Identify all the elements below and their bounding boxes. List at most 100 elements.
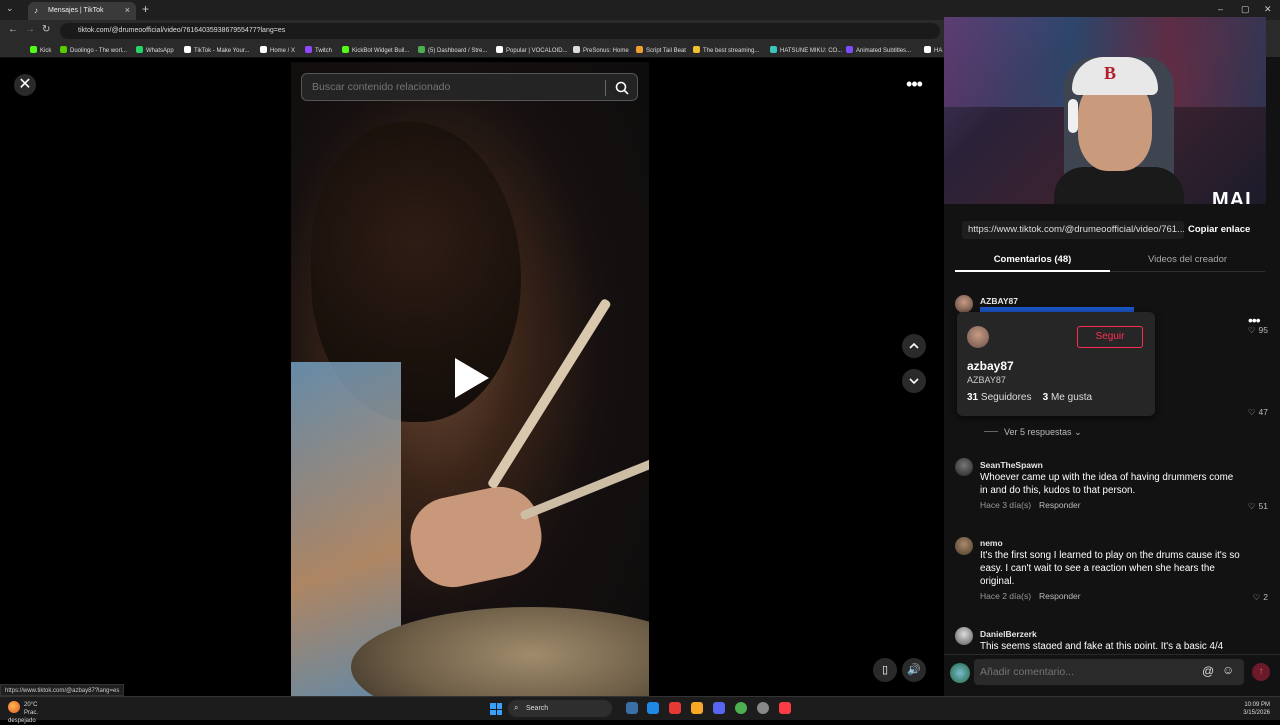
bookmark-item[interactable]: Kick bbox=[30, 46, 51, 54]
discord-icon[interactable] bbox=[713, 702, 725, 714]
comment-username[interactable]: SeanTheSpawn bbox=[980, 460, 1043, 470]
view-replies-button[interactable]: Ver 5 respuestas ⌄ bbox=[984, 427, 1082, 438]
taskbar-search-label: Search bbox=[526, 705, 549, 712]
system-clock[interactable]: 10:09 PM 3/15/2026 bbox=[1243, 701, 1270, 717]
bookmark-item[interactable]: Script Tail Beat bbox=[636, 46, 686, 54]
current-user-avatar bbox=[950, 663, 970, 683]
send-comment-button[interactable]: ↑ bbox=[1252, 663, 1270, 681]
volume-button[interactable]: 🔊 bbox=[902, 658, 926, 682]
tab-close-icon[interactable]: × bbox=[125, 5, 130, 15]
comment-like-button[interactable]: ♡ 47 bbox=[1238, 407, 1268, 418]
window-close-icon[interactable]: ✕ bbox=[1264, 4, 1272, 15]
emoji-icon[interactable]: ☺ bbox=[1222, 663, 1234, 677]
comment-like-button[interactable]: ♡ 51 bbox=[1238, 501, 1268, 512]
bookmark-item[interactable]: Home / X bbox=[260, 46, 295, 54]
bookmark-item[interactable]: TikTok - Make Your... bbox=[184, 46, 249, 54]
bookmark-item[interactable]: WhatsApp bbox=[136, 46, 174, 54]
search-divider bbox=[605, 80, 606, 96]
hovercard-avatar[interactable] bbox=[967, 326, 989, 348]
bookmark-label: Animated Subtitles... bbox=[856, 48, 912, 54]
share-url-field[interactable]: https://www.tiktok.com/@drumeoofficial/v… bbox=[962, 221, 1184, 239]
tab-creator-videos[interactable]: Videos del creador bbox=[1110, 248, 1265, 272]
new-tab-icon[interactable]: + bbox=[142, 2, 149, 16]
bookmark-item[interactable]: HATSUNE MIKU: CO... bbox=[770, 46, 842, 54]
comment-text: Whoever came up with the idea of having … bbox=[980, 472, 1234, 496]
chrome-icon[interactable] bbox=[735, 702, 747, 714]
address-bar[interactable]: tiktok.com/@drumeoofficial/video/7616403… bbox=[60, 23, 940, 39]
bookmark-item[interactable]: Duolingo - The worl... bbox=[60, 46, 127, 54]
likes-count: 3 bbox=[1042, 392, 1049, 403]
bookmark-item[interactable]: Animated Subtitles... bbox=[846, 46, 911, 54]
back-icon[interactable]: ← bbox=[8, 24, 18, 35]
comment-avatar[interactable] bbox=[955, 295, 973, 313]
video-frame-drumstick bbox=[519, 452, 649, 521]
bookmark-item[interactable]: (5) Dashboard / Stre... bbox=[418, 46, 487, 54]
search-icon[interactable] bbox=[614, 80, 630, 96]
app-icon[interactable] bbox=[669, 702, 681, 714]
play-icon[interactable] bbox=[455, 358, 489, 398]
next-video-button[interactable] bbox=[902, 369, 926, 393]
tab-comments[interactable]: Comentarios (48) bbox=[955, 248, 1110, 272]
bookmark-label: Home / X bbox=[270, 48, 296, 54]
maximize-icon[interactable]: ▢ bbox=[1241, 4, 1250, 15]
comment-meta: Hace 2 día(s) Responder bbox=[980, 591, 1081, 601]
comment-age: Hace 2 día(s) bbox=[980, 591, 1032, 601]
weather-widget[interactable]: 20°C Prac. despejado bbox=[8, 701, 51, 725]
reload-icon[interactable]: ↻ bbox=[42, 24, 50, 35]
bookmark-favicon-icon bbox=[184, 46, 191, 53]
comment-username[interactable]: nemo bbox=[980, 538, 1003, 548]
reply-button[interactable]: Responder bbox=[1039, 591, 1081, 601]
copy-link-button[interactable]: Copiar enlace bbox=[1188, 224, 1250, 235]
video-player[interactable] bbox=[291, 62, 649, 696]
hovercard-name[interactable]: azbay87 bbox=[967, 359, 1014, 373]
bookmark-favicon-icon bbox=[496, 46, 503, 53]
music-icon[interactable] bbox=[779, 702, 791, 714]
bookmark-item[interactable]: The best streaming... bbox=[693, 46, 759, 54]
task-view-icon[interactable] bbox=[626, 702, 638, 714]
bookmark-item[interactable]: Twitch bbox=[305, 46, 332, 54]
browser-tab-active[interactable]: ♪ Mensajes | TikTok × bbox=[28, 2, 136, 20]
bookmark-favicon-icon bbox=[573, 46, 580, 53]
reply-button[interactable]: Responder bbox=[1039, 500, 1081, 510]
followers-label: Seguidores bbox=[980, 392, 1032, 403]
previous-video-button[interactable] bbox=[902, 334, 926, 358]
file-explorer-icon[interactable] bbox=[691, 702, 703, 714]
bookmark-label: Script Tail Beat bbox=[646, 48, 686, 54]
bookmark-item[interactable]: KickBot Widget Buil... bbox=[342, 46, 409, 54]
comment-username[interactable]: AZBAY87 bbox=[980, 296, 1018, 306]
edge-icon[interactable] bbox=[647, 702, 659, 714]
comment-meta: Hace 3 día(s) Responder bbox=[980, 500, 1081, 510]
chatgpt-icon[interactable] bbox=[757, 702, 769, 714]
bookmark-item[interactable]: Popular | VOCALOID... bbox=[496, 46, 568, 54]
comment-avatar[interactable] bbox=[955, 458, 973, 476]
more-options-icon[interactable]: ••• bbox=[900, 74, 928, 98]
close-video-button[interactable]: ✕ bbox=[14, 74, 36, 96]
streamer-webcam-overlay: B MAI bbox=[944, 17, 1266, 204]
minimize-icon[interactable]: – bbox=[1218, 4, 1223, 14]
mention-icon[interactable]: @ bbox=[1202, 664, 1214, 678]
comment-like-button[interactable]: ♡ 95 bbox=[1238, 325, 1268, 336]
comment-username[interactable]: DanielBerzerk bbox=[980, 629, 1037, 639]
clock-date: 3/15/2026 bbox=[1243, 710, 1270, 716]
hovercard-handle: AZBAY87 bbox=[967, 375, 1006, 385]
tab-search-icon[interactable]: ⌄ bbox=[6, 3, 14, 14]
taskbar-search[interactable]: ⌕ Search bbox=[508, 700, 612, 717]
related-search-input[interactable] bbox=[312, 81, 592, 93]
comment-avatar[interactable] bbox=[955, 537, 973, 555]
follow-button[interactable]: Seguir bbox=[1077, 326, 1143, 348]
tiktok-favicon-icon: ♪ bbox=[34, 6, 38, 15]
forward-icon[interactable]: → bbox=[25, 24, 35, 35]
windows-taskbar: 20°C Prac. despejado ⌕ Search 10:09 PM 3… bbox=[0, 696, 1280, 724]
bookmark-label: Twitch bbox=[315, 48, 333, 54]
comment-avatar[interactable] bbox=[955, 627, 973, 645]
bookmark-item[interactable]: HA bbox=[924, 46, 942, 54]
mini-player-button[interactable]: ▯ bbox=[873, 658, 897, 682]
bookmark-item[interactable]: PreSonus: Home bbox=[573, 46, 629, 54]
chevron-down-icon bbox=[909, 378, 919, 385]
comment-text: It's the first song I learned to play on… bbox=[980, 550, 1240, 587]
comment-like-button[interactable]: ♡ 2 bbox=[1238, 592, 1268, 603]
arrow-up-icon: ↑ bbox=[1258, 666, 1264, 677]
replies-divider bbox=[984, 431, 998, 432]
windows-start-icon[interactable] bbox=[490, 703, 502, 715]
like-count: 95 bbox=[1258, 325, 1268, 335]
